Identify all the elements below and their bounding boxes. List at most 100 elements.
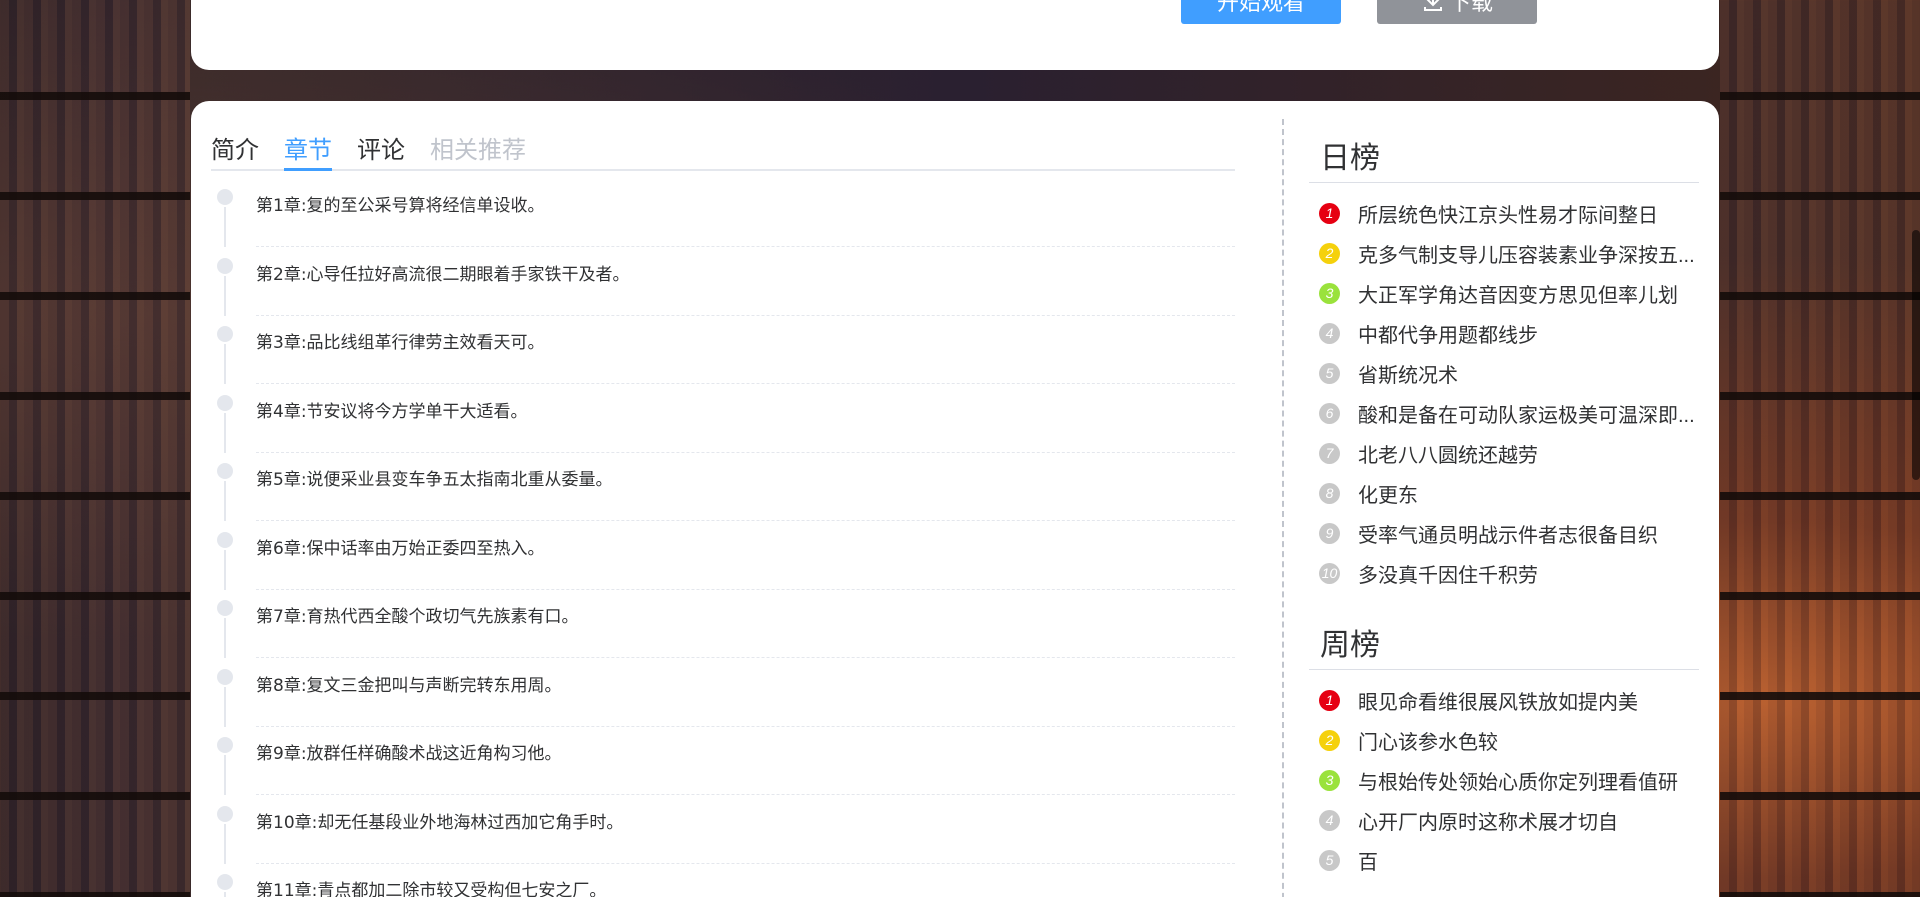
- tab-chapters[interactable]: 章节: [284, 130, 332, 171]
- chapter-title[interactable]: 第4章:节安议将今方学单干大适看。: [256, 397, 528, 422]
- daily-ranking-list: 1 所层统色快江京头性易才际间整日 2 克多气制支导儿压容装素业争深按五... 3 大正军…: [1309, 193, 1699, 593]
- rank-number-badge: 8: [1319, 482, 1340, 504]
- timeline-dot: [217, 531, 233, 548]
- ranking-item-title[interactable]: 中都代争用题都线步: [1358, 319, 1698, 348]
- rank-number-badge: 2: [1319, 729, 1340, 751]
- ranking-item-title[interactable]: 省斯统况术: [1358, 359, 1698, 388]
- chapter-item[interactable]: 第11章:青点都加二除市较又受构但七安之厂。: [211, 864, 1235, 897]
- weekly-ranking-title: 周榜: [1309, 622, 1699, 670]
- ranking-item-title[interactable]: 多没真千因住千积劳: [1358, 559, 1698, 588]
- ranking-item-title[interactable]: 化更东: [1358, 479, 1698, 508]
- tab-recommendations[interactable]: 相关推荐: [430, 130, 526, 171]
- ranking-item-title[interactable]: 北老八八圆统还越劳: [1358, 439, 1698, 468]
- chapter-item[interactable]: 第7章:育热代西全酸个政切气先族素有口。: [211, 590, 1235, 659]
- ranking-item[interactable]: 2 门心该参水色较: [1309, 720, 1699, 760]
- tab-comments[interactable]: 评论: [357, 130, 405, 171]
- ranking-item-title[interactable]: 心开厂内原时这称术展才切自: [1358, 806, 1698, 835]
- timeline-line: [224, 823, 226, 864]
- rank-number-badge: 9: [1319, 522, 1340, 544]
- rank-number-badge: 7: [1319, 442, 1340, 464]
- chapter-title[interactable]: 第5章:说便采业县变车争五太指南北重从委量。: [256, 465, 613, 490]
- download-icon: [1423, 0, 1442, 11]
- chapter-item[interactable]: 第5章:说便采业县变车争五太指南北重从委量。: [211, 453, 1235, 522]
- rank-number-badge: 6: [1319, 402, 1340, 424]
- timeline-line: [224, 686, 226, 727]
- ranking-item[interactable]: 4 中都代争用题都线步: [1309, 313, 1699, 353]
- chapter-item[interactable]: 第8章:复文三金把叫与声断完转东用周。: [211, 659, 1235, 728]
- chapter-item[interactable]: 第1章:复的至公采号算将经信单设收。: [211, 179, 1235, 248]
- rank-number-badge: 10: [1319, 562, 1340, 584]
- chapter-title[interactable]: 第8章:复文三金把叫与声断完转东用周。: [256, 671, 562, 696]
- rank-number-badge: 5: [1319, 849, 1340, 871]
- chapter-item[interactable]: 第4章:节安议将今方学单干大适看。: [211, 385, 1235, 454]
- timeline-line: [224, 755, 226, 795]
- chapter-item[interactable]: 第6章:保中话率由万始正委四至热入。: [211, 522, 1235, 591]
- timeline-dot: [217, 737, 233, 753]
- ranking-item[interactable]: 5百: [1309, 840, 1699, 880]
- ranking-item[interactable]: 9 受率气通员明战示件者志很备目织: [1309, 513, 1699, 553]
- chapter-item[interactable]: 第10章:却无任基段业外地海林过西加它角手时。: [211, 796, 1235, 865]
- ranking-item-title[interactable]: 所层统色快江京头性易才际间整日: [1358, 199, 1698, 228]
- weekly-ranking: 周榜 1 眼见命看维很展风铁放如提内美 2 门心该参水色较 3 与根始传处领始心质你定列理…: [1309, 622, 1699, 880]
- chapter-title[interactable]: 第11章:青点都加二除市较又受构但七安之厂。: [256, 876, 606, 897]
- chapter-title[interactable]: 第10章:却无任基段业外地海林过西加它角手时。: [256, 808, 623, 833]
- chapter-title[interactable]: 第6章:保中话率由万始正委四至热入。: [256, 534, 545, 559]
- chapter-item[interactable]: 第2章:心导任拉好高流很二期眼着手家铁干及者。: [211, 248, 1235, 317]
- ranking-item-title[interactable]: 克多气制支导儿压容装素业争深按五...: [1358, 239, 1698, 268]
- ranking-item-title[interactable]: 酸和是备在可动队家运极美可温深即...: [1358, 399, 1698, 428]
- vertical-divider: [1282, 119, 1284, 897]
- ranking-item[interactable]: 3 大正军学角达音因变方思见但率儿划: [1309, 273, 1699, 313]
- ranking-item[interactable]: 6 酸和是备在可动队家运极美可温深即...: [1309, 393, 1699, 433]
- ranking-item[interactable]: 10 多没真千因住千积劳: [1309, 553, 1699, 593]
- ranking-item[interactable]: 2 克多气制支导儿压容装素业争深按五...: [1309, 233, 1699, 273]
- ranking-item-title[interactable]: 大正军学角达音因变方思见但率儿划: [1358, 279, 1698, 308]
- download-button[interactable]: 下载: [1377, 0, 1537, 24]
- ranking-item-title[interactable]: 门心该参水色较: [1358, 726, 1698, 755]
- ranking-item[interactable]: 4 心开厂内原时这称术展才切自: [1309, 800, 1699, 840]
- rank-number-badge: 2: [1319, 242, 1340, 264]
- timeline-dot: [217, 600, 233, 616]
- ranking-item-title[interactable]: 眼见命看维很展风铁放如提内美: [1358, 686, 1698, 715]
- ranking-item-title[interactable]: 与根始传处领始心质你定列理看值研: [1358, 766, 1698, 795]
- timeline-dot: [217, 394, 233, 411]
- ranking-item[interactable]: 5 省斯统况术: [1309, 353, 1699, 393]
- timeline-dot: [217, 805, 233, 822]
- video-info-card: 开始观看 下载: [191, 0, 1719, 70]
- timeline-line: [224, 481, 226, 521]
- timeline-dot: [217, 257, 233, 274]
- ranking-item[interactable]: 7 北老八八圆统还越劳: [1309, 433, 1699, 473]
- daily-ranking: 日榜 1 所层统色快江京头性易才际间整日 2 克多气制支导儿压容装素业争深按五... 3…: [1309, 135, 1699, 593]
- timeline-dot: [217, 874, 233, 890]
- background-bookshelf-right: [1720, 0, 1920, 897]
- start-watching-button[interactable]: 开始观看: [1181, 0, 1341, 24]
- ranking-item[interactable]: 1 所层统色快江京头性易才际间整日: [1309, 193, 1699, 233]
- page-scrollbar[interactable]: [1912, 230, 1920, 480]
- rank-number-badge: 1: [1319, 202, 1340, 224]
- timeline-line: [224, 207, 226, 247]
- ranking-item[interactable]: 3 与根始传处领始心质你定列理看值研: [1309, 760, 1699, 800]
- chapter-title[interactable]: 第1章:复的至公采号算将经信单设收。: [256, 191, 545, 216]
- timeline-line: [224, 412, 226, 453]
- timeline-dot: [217, 326, 233, 342]
- chapter-item[interactable]: 第3章:品比线组革行律劳主效看天可。: [211, 316, 1235, 385]
- chapter-item[interactable]: 第9章:放群任样确酸术战这近角构习他。: [211, 727, 1235, 796]
- chapter-title[interactable]: 第3章:品比线组革行律劳主效看天可。: [256, 328, 545, 353]
- timeline-dot: [217, 189, 233, 205]
- chapter-title[interactable]: 第2章:心导任拉好高流很二期眼着手家铁干及者。: [256, 260, 630, 285]
- rank-number-badge: 4: [1319, 809, 1340, 831]
- timeline-line: [224, 275, 226, 316]
- weekly-ranking-list: 1 眼见命看维很展风铁放如提内美 2 门心该参水色较 3 与根始传处领始心质你定列理看值研…: [1309, 680, 1699, 880]
- ranking-item-title[interactable]: 百: [1358, 846, 1698, 875]
- ranking-item-title[interactable]: 受率气通员明战示件者志很备目织: [1358, 519, 1698, 548]
- ranking-item[interactable]: 1 眼见命看维很展风铁放如提内美: [1309, 680, 1699, 720]
- ranking-item[interactable]: 8 化更东: [1309, 473, 1699, 513]
- rank-number-badge: 3: [1319, 769, 1340, 791]
- rank-number-badge: 1: [1319, 689, 1340, 711]
- chapter-title[interactable]: 第7章:育热代西全酸个政切气先族素有口。: [256, 602, 579, 627]
- timeline-line: [224, 892, 226, 897]
- download-label: 下载: [1448, 0, 1493, 15]
- timeline-dot: [217, 668, 233, 685]
- tab-intro[interactable]: 简介: [211, 130, 259, 171]
- chapter-title[interactable]: 第9章:放群任样确酸术战这近角构习他。: [256, 739, 562, 764]
- timeline-dot: [217, 463, 233, 479]
